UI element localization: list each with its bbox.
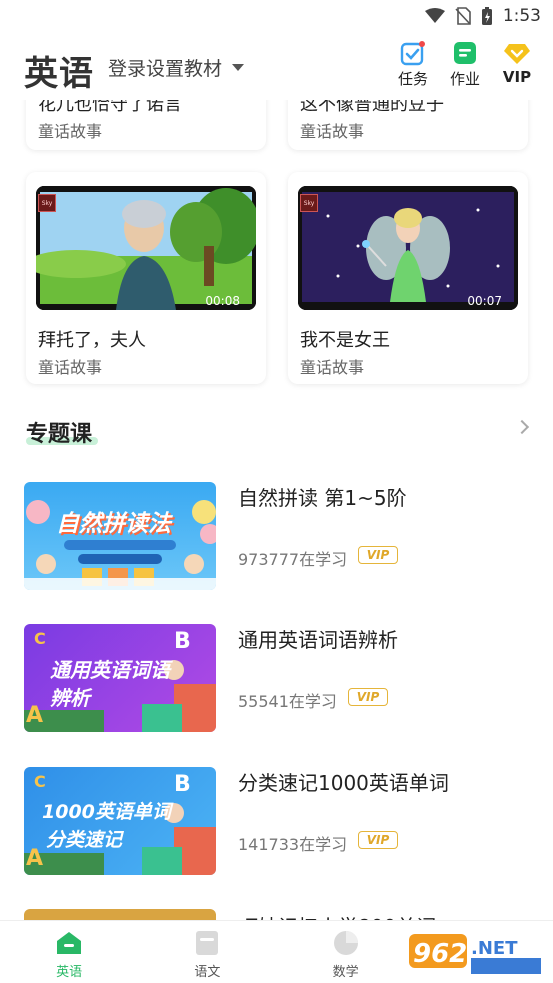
story-title: 我不是女王 [300, 330, 390, 351]
course-title: 分类速记1000英语单词 [238, 771, 449, 795]
story-category: 童话故事 [300, 358, 365, 377]
status-time: 1:53 [502, 6, 541, 26]
story-card[interactable]: 这不像普通的豆子 童话故事 [288, 100, 528, 150]
nav-tab-math[interactable]: 数学 [277, 921, 415, 983]
course-thumbnail: B C A 1000英语单词 分类速记 [24, 767, 216, 875]
story-category: 童话故事 [38, 358, 103, 377]
story-category: 童话故事 [38, 122, 103, 141]
story-thumbnail: Sky 00:07 [298, 186, 518, 310]
svg-text:.NET: .NET [471, 938, 518, 959]
course-title: 自然拼读 第1~5阶 [238, 486, 407, 510]
homework-button[interactable]: 作业 [447, 40, 483, 89]
battery-icon [481, 7, 492, 25]
caret-down-icon [232, 64, 245, 71]
nav-tab-chinese[interactable]: 语文 [138, 921, 276, 983]
nav-tab-english[interactable]: 英语 [0, 921, 138, 983]
course-thumbnail: B C A 通用英语词语 辨析 [24, 624, 216, 732]
section-title: 专题课 [26, 422, 93, 447]
course-item[interactable]: B C A 通用英语词语 辨析 通用英语词语辨析 55541在学习 VIP [24, 624, 534, 734]
status-icons: 1:53 [424, 4, 541, 28]
course-learners: 973777在学习 [238, 550, 348, 569]
vip-label: VIP [502, 68, 532, 86]
app-header: 英语 登录设置教材 任务 作业 VIP [0, 34, 553, 100]
course-item[interactable]: 巧妙记忆小学800单词 [24, 909, 534, 920]
story-thumbnail: Sky 00:08 [36, 186, 256, 310]
video-duration: 00:07 [467, 294, 502, 308]
no-sim-icon [455, 7, 471, 25]
svg-text:C: C [34, 772, 46, 791]
subject-title: 英语 [24, 54, 94, 94]
book-icon [196, 931, 219, 955]
course-thumbnail: 自然拼读法 [24, 482, 216, 590]
nav-label: 数学 [332, 965, 359, 980]
course-item[interactable]: B C A 1000英语单词 分类速记 分类速记1000英语单词 141733在… [24, 767, 534, 877]
task-checkbox-icon [400, 41, 425, 66]
course-title: 巧妙记忆小学800单词 [238, 911, 436, 920]
home-icon [57, 932, 82, 954]
watermark-logo: 962 .NET [407, 928, 547, 978]
svg-text:A: A [26, 703, 43, 728]
course-title: 通用英语词语辨析 [238, 628, 398, 652]
course-thumbnail-text: 1000英语单词 [42, 801, 171, 823]
course-learners: 55541在学习 [238, 692, 337, 711]
story-category: 童话故事 [300, 122, 365, 141]
story-illustration [36, 186, 256, 310]
story-title: 这不像普通的豆子 [300, 100, 444, 115]
vip-diamond-icon [504, 44, 530, 64]
nav-label: 英语 [56, 965, 83, 980]
channel-logo: Sky [38, 194, 56, 212]
channel-logo: Sky [300, 194, 318, 212]
svg-text:A: A [26, 846, 43, 871]
vip-button[interactable]: VIP [499, 40, 535, 89]
svg-text:C: C [34, 629, 46, 648]
chevron-right-icon[interactable] [514, 419, 530, 435]
homework-label: 作业 [449, 70, 480, 88]
course-thumbnail [24, 909, 216, 920]
course-thumbnail-text: 分类速记 [46, 829, 123, 851]
video-duration: 00:08 [205, 294, 240, 308]
vip-tag: VIP [358, 831, 398, 849]
nav-label: 语文 [194, 965, 221, 980]
course-learners: 141733在学习 [238, 835, 348, 854]
scroll-content[interactable]: 花儿也恰守了诺言 童话故事 这不像普通的豆子 童话故事 Sky 00:08 拜托… [0, 100, 553, 920]
task-button[interactable]: 任务 [395, 40, 431, 89]
task-label: 任务 [397, 70, 428, 88]
math-circle-icon [333, 931, 358, 955]
textbook-select-label: 登录设置教材 [108, 58, 223, 80]
svg-text:962: 962 [413, 939, 467, 969]
textbook-select[interactable]: 登录设置教材 [108, 54, 245, 81]
header-actions: 任务 作业 VIP [395, 40, 535, 89]
status-bar: 1:53 [0, 0, 553, 34]
homework-icon [454, 42, 476, 64]
vip-tag: VIP [358, 546, 398, 564]
svg-text:B: B [174, 629, 191, 654]
course-thumbnail-text: 辨析 [50, 686, 90, 710]
course-thumbnail-text: 自然拼读法 [56, 511, 171, 537]
story-title: 拜托了，夫人 [38, 330, 146, 351]
story-title: 花儿也恰守了诺言 [38, 100, 182, 115]
story-card[interactable]: 花儿也恰守了诺言 童话故事 [26, 100, 266, 150]
course-thumbnail-text: 通用英语词语 [50, 658, 170, 682]
story-card[interactable]: Sky 00:08 拜托了，夫人 童话故事 [26, 172, 266, 384]
story-card[interactable]: Sky 00:07 我不是女王 童话故事 [288, 172, 528, 384]
course-item[interactable]: 自然拼读法 自然拼读 第1~5阶 973777在学习 VIP [24, 482, 534, 592]
wifi-icon [424, 8, 445, 23]
vip-tag: VIP [348, 688, 388, 706]
story-illustration [298, 186, 518, 310]
svg-text:B: B [174, 772, 191, 797]
